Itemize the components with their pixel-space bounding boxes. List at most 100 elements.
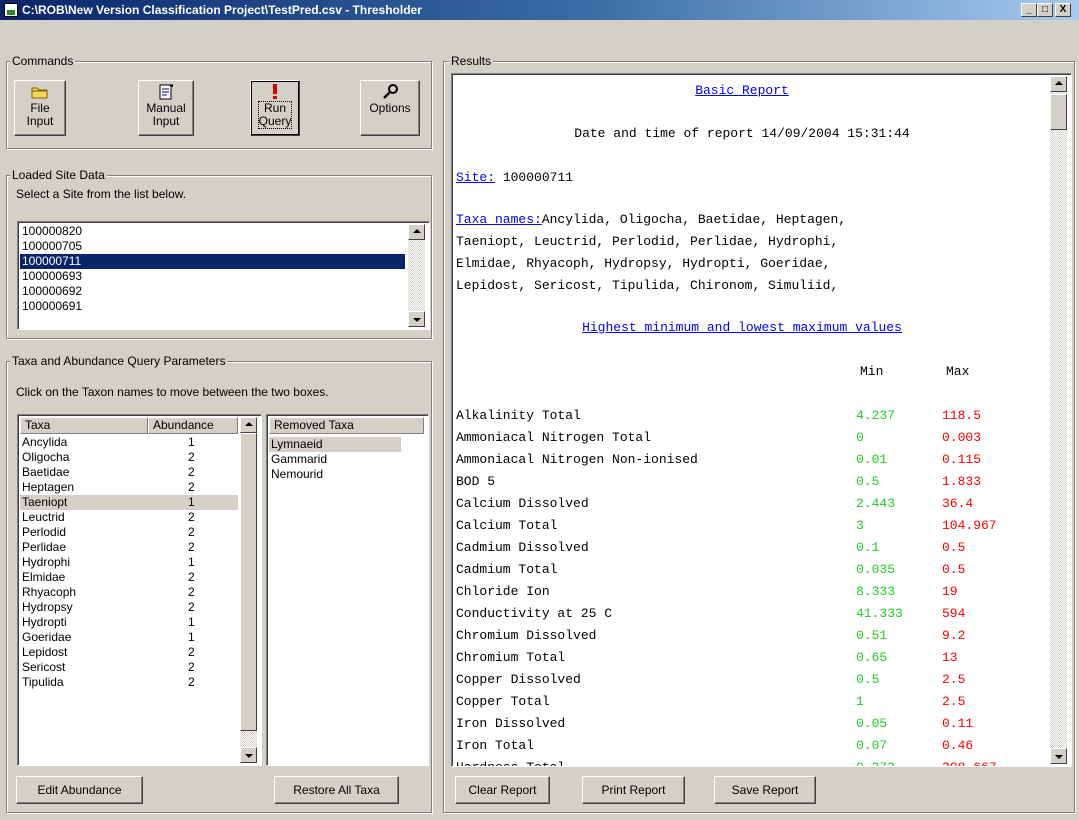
manual-input-button[interactable]: Manual Input xyxy=(138,80,194,136)
site-item[interactable]: 100000691 xyxy=(20,299,405,314)
taxa-row[interactable]: Elmidae 2 xyxy=(20,570,238,585)
removed-taxa-header[interactable]: Removed Taxa xyxy=(269,417,424,434)
taxa-list[interactable]: Taxa Abundance Ancylida 1 Oligocha 2 Baetida… xyxy=(17,414,262,766)
removed-taxa-item[interactable]: Gammarid xyxy=(269,452,401,467)
taxa-row[interactable]: Taeniopt 1 xyxy=(20,495,238,510)
taxa-row[interactable]: Sericost 2 xyxy=(20,660,238,675)
site-data-legend: Loaded Site Data xyxy=(10,168,107,182)
abundance-value: 2 xyxy=(188,510,195,524)
taxa-row[interactable]: Heptagen 2 xyxy=(20,480,238,495)
scroll-down-icon[interactable] xyxy=(408,311,425,327)
scroll-thumb[interactable] xyxy=(1050,94,1067,130)
taxa-row[interactable]: Rhyacoph 2 xyxy=(20,585,238,600)
taxa-name: Hydropsy xyxy=(22,600,73,614)
report-parameter-name: Ammoniacal Nitrogen Non-ionised xyxy=(456,452,698,467)
site-item-selected[interactable]: 100000711 xyxy=(20,254,405,269)
scroll-down-icon[interactable] xyxy=(1050,748,1067,764)
print-report-button[interactable]: Print Report xyxy=(582,776,685,804)
taxa-row[interactable]: Tipulida 2 xyxy=(20,675,238,690)
report-max-value: 0.11 xyxy=(942,716,974,731)
taxa-row[interactable]: Perlidae 2 xyxy=(20,540,238,555)
taxa-row[interactable]: Leuctrid 2 xyxy=(20,510,238,525)
taxa-row[interactable]: Perlodid 2 xyxy=(20,525,238,540)
report-parameter-name: BOD 5 xyxy=(456,474,496,489)
run-query-button[interactable]: Run Query xyxy=(250,80,300,136)
removed-taxa-item[interactable]: Nemourid xyxy=(269,467,401,482)
title-bar[interactable]: C:\ROB\New Version Classification Projec… xyxy=(0,0,1079,20)
scroll-up-icon[interactable] xyxy=(240,417,257,433)
edit-abundance-button[interactable]: Edit Abundance xyxy=(16,776,143,804)
abundance-column-header[interactable]: Abundance xyxy=(148,417,238,434)
taxa-name: Leuctrid xyxy=(22,510,65,524)
report-min-value: 3 xyxy=(856,518,864,533)
taxa-row[interactable]: Oligocha 2 xyxy=(20,450,238,465)
report-parameter-name: Chromium Total xyxy=(456,650,566,665)
taxa-name: Hydropti xyxy=(22,615,67,629)
close-button[interactable]: X xyxy=(1055,3,1071,17)
report-min-value: 0.51 xyxy=(856,628,888,643)
taxa-column-header[interactable]: Taxa xyxy=(20,417,148,434)
report-parameter-name: Calcium Total xyxy=(456,518,558,533)
commands-legend: Commands xyxy=(10,54,76,68)
scroll-thumb[interactable] xyxy=(240,433,257,731)
clear-report-button[interactable]: Clear Report xyxy=(455,776,550,804)
taxa-row[interactable]: Lepidost 2 xyxy=(20,645,238,660)
site-instruction: Select a Site from the list below. xyxy=(16,187,187,201)
report-parameter-name: Chromium Dissolved xyxy=(456,628,597,643)
max-column-header: Max xyxy=(946,364,970,379)
taxa-row[interactable]: Hydropti 1 xyxy=(20,615,238,630)
report-min-value: 41.333 xyxy=(856,606,903,621)
taxa-row[interactable]: Baetidae 2 xyxy=(20,465,238,480)
report-title: Basic Report xyxy=(695,83,789,98)
report-parameter-name: Calcium Dissolved xyxy=(456,496,589,511)
abundance-value: 1 xyxy=(188,630,195,644)
taxa-row[interactable]: Ancylida 1 xyxy=(20,435,238,450)
report-scrollbar[interactable] xyxy=(1050,76,1067,764)
abundance-value: 2 xyxy=(188,540,195,554)
restore-all-taxa-button[interactable]: Restore All Taxa xyxy=(274,776,399,804)
abundance-value: 1 xyxy=(188,555,195,569)
site-list-scrollbar[interactable] xyxy=(408,224,425,327)
scroll-up-icon[interactable] xyxy=(408,224,425,240)
report-area[interactable]: Basic Report Date and time of report 14/… xyxy=(451,73,1072,767)
scroll-up-icon[interactable] xyxy=(1050,76,1067,92)
report-taxa-line-4: Lepidost, Sericost, Tipulida, Chironom, … xyxy=(456,278,839,293)
options-label: Options xyxy=(369,101,411,115)
taxa-names-text: Ancylida, Oligocha, Baetidae, Heptagen, xyxy=(541,212,847,227)
file-input-button[interactable]: File Input xyxy=(14,80,66,136)
report-min-value: 1 xyxy=(856,694,864,709)
save-report-button[interactable]: Save Report xyxy=(714,776,816,804)
taxa-row[interactable]: Goeridae 1 xyxy=(20,630,238,645)
results-legend: Results xyxy=(449,54,494,68)
taxa-row[interactable]: Hydropsy 2 xyxy=(20,600,238,615)
report-max-value: 2.5 xyxy=(942,672,966,687)
report-taxa-line-3: Elmidae, Rhyacoph, Hydropsy, Hydropti, G… xyxy=(456,256,831,271)
file-input-label: File Input xyxy=(26,101,54,128)
report-min-value: 0.07 xyxy=(856,738,888,753)
taxa-list-scrollbar[interactable] xyxy=(240,417,257,763)
report-min-value: 0.5 xyxy=(856,474,880,489)
site-item[interactable]: 100000705 xyxy=(20,239,405,254)
report-max-value: 594 xyxy=(942,606,966,621)
site-item[interactable]: 100000693 xyxy=(20,269,405,284)
minimize-button[interactable]: _ xyxy=(1021,3,1037,17)
abundance-value: 1 xyxy=(188,435,195,449)
options-button[interactable]: Options xyxy=(360,80,420,136)
report-max-value: 13 xyxy=(942,650,958,665)
site-item[interactable]: 100000820 xyxy=(20,224,405,239)
min-column-header: Min xyxy=(860,364,884,379)
abundance-value: 1 xyxy=(188,615,195,629)
site-item[interactable]: 100000692 xyxy=(20,284,405,299)
report-max-value: 1.833 xyxy=(942,474,982,489)
removed-taxa-item[interactable]: Lymnaeid xyxy=(269,437,401,452)
removed-taxa-list[interactable]: Removed Taxa Lymnaeid Gammarid Nemourid xyxy=(266,414,429,766)
taxa-row[interactable]: Hydrophi 1 xyxy=(20,555,238,570)
report-max-value: 0.46 xyxy=(942,738,974,753)
app-icon[interactable] xyxy=(4,3,18,17)
maximize-button[interactable]: □ xyxy=(1037,3,1053,17)
report-max-value: 0.5 xyxy=(942,540,966,555)
site-list[interactable]: 100000820 100000705 100000711 100000693 … xyxy=(17,221,430,330)
taxa-name: Sericost xyxy=(22,660,66,674)
scroll-down-icon[interactable] xyxy=(240,747,257,763)
wrench-icon xyxy=(381,84,399,100)
